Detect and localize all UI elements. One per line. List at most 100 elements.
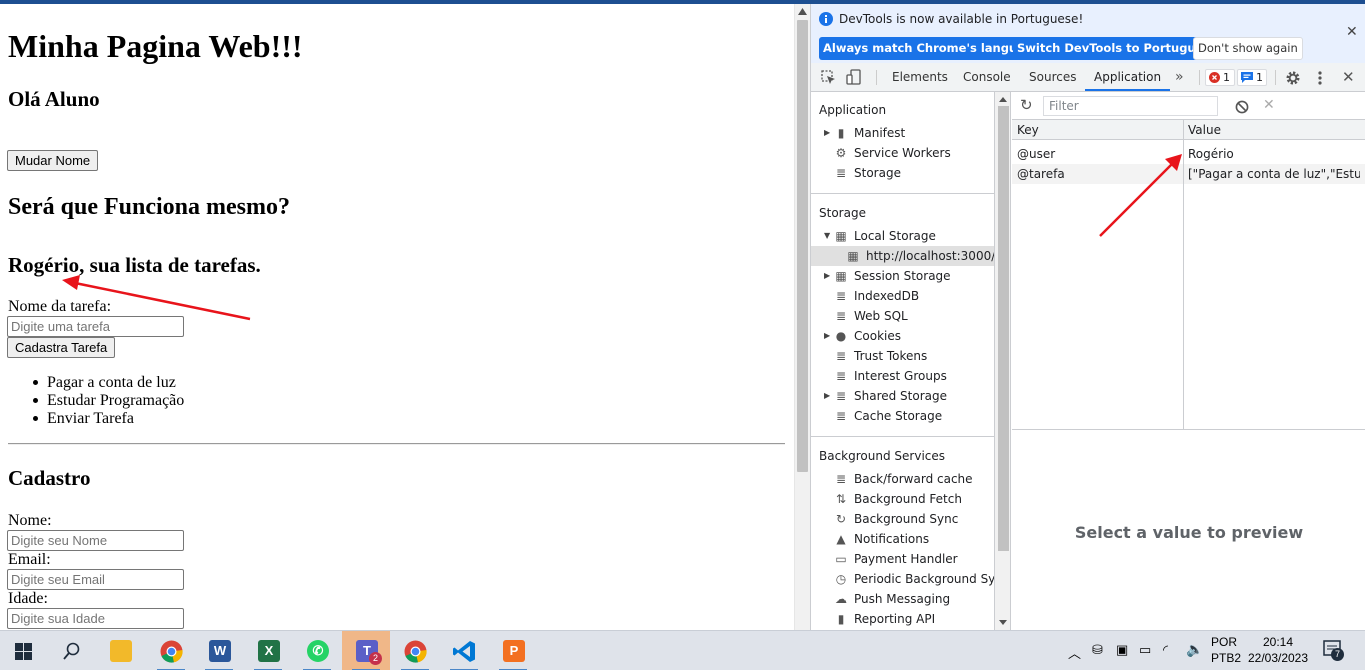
tray-update-icon[interactable]: ▣ bbox=[1116, 642, 1128, 670]
taskbar-teams[interactable]: T 2 bbox=[342, 631, 390, 670]
message-count: 1 bbox=[1256, 71, 1263, 84]
sidebar-item-cache-storage[interactable]: ≣ Cache Storage bbox=[811, 406, 994, 426]
message-icon bbox=[1241, 72, 1253, 83]
more-tabs-icon[interactable]: » bbox=[1175, 63, 1184, 91]
bell-icon: ▲ bbox=[836, 532, 846, 546]
match-language-button[interactable]: Always match Chrome's language bbox=[819, 37, 1045, 60]
gear-icon: ⚙ bbox=[835, 146, 847, 160]
start-button[interactable] bbox=[0, 631, 48, 670]
tab-application[interactable]: Application bbox=[1085, 63, 1171, 91]
sidebar-item-background-sync[interactable]: ↻ Background Sync bbox=[811, 509, 994, 529]
devtools-panel: DevTools is now available in Portuguese!… bbox=[810, 4, 1365, 630]
expand-arrow-icon[interactable]: ▶ bbox=[824, 123, 830, 143]
sidebar-item-trust-tokens[interactable]: ≣ Trust Tokens bbox=[811, 346, 994, 366]
search-button[interactable] bbox=[48, 631, 96, 670]
sidebar-divider bbox=[811, 436, 994, 437]
sidebar-item-push-messaging[interactable]: ☁ Push Messaging bbox=[811, 589, 994, 609]
sidebar-item-label: Push Messaging bbox=[854, 592, 951, 606]
sidebar-item-service-workers[interactable]: ⚙ Service Workers bbox=[811, 143, 994, 163]
sidebar-item-cookies[interactable]: ▶ ● Cookies bbox=[811, 326, 994, 346]
sidebar-item-storage[interactable]: ≣ Storage bbox=[811, 163, 994, 183]
inspect-element-icon[interactable] bbox=[821, 70, 836, 85]
sidebar-item-label: Session Storage bbox=[854, 269, 951, 283]
sidebar-item-shared-storage[interactable]: ▶ ≣ Shared Storage bbox=[811, 386, 994, 406]
tray-app-icon[interactable]: ⛁ bbox=[1092, 642, 1103, 670]
document-icon: ▮ bbox=[837, 612, 845, 626]
tab-sources[interactable]: Sources bbox=[1029, 63, 1076, 91]
sidebar-item-periodic-background-sync[interactable]: ◷ Periodic Background Sync bbox=[811, 569, 994, 589]
sidebar-item-label: IndexedDB bbox=[854, 289, 920, 303]
sidebar-item-web-sql[interactable]: ≣ Web SQL bbox=[811, 306, 994, 326]
tab-elements[interactable]: Elements bbox=[892, 63, 948, 91]
collapse-arrow-icon[interactable]: ▼ bbox=[824, 226, 830, 246]
device-toolbar-icon[interactable] bbox=[846, 69, 862, 85]
chrome-icon bbox=[404, 640, 427, 663]
wifi-icon[interactable]: ◜ bbox=[1163, 642, 1168, 670]
more-options-icon[interactable] bbox=[1317, 70, 1323, 86]
sidebar-item-label: Cookies bbox=[854, 329, 901, 343]
sidebar-item-label: Web SQL bbox=[854, 309, 908, 323]
sidebar-item-local-storage[interactable]: ▼ ▦ Local Storage bbox=[811, 226, 994, 246]
clock-date: 22/03/2023 bbox=[1247, 651, 1309, 665]
table-grid-icon: ▦ bbox=[835, 229, 847, 243]
web-page: Minha Pagina Web!!! Olá Aluno Mudar Nome… bbox=[0, 4, 794, 630]
sidebar-item-localhost-origin[interactable]: ▦ http://localhost:3000/ bbox=[811, 246, 994, 266]
clock-icon: ◷ bbox=[835, 572, 847, 586]
sidebar-item-back-forward-cache[interactable]: ≣ Back/forward cache bbox=[811, 469, 994, 489]
sidebar-item-indexeddb[interactable]: ≣ IndexedDB bbox=[811, 286, 994, 306]
info-icon bbox=[819, 12, 833, 26]
sidebar-header-background-services: Background Services bbox=[819, 449, 946, 463]
sidebar-item-interest-groups[interactable]: ≣ Interest Groups bbox=[811, 366, 994, 386]
taskbar-file-explorer[interactable] bbox=[96, 631, 144, 670]
close-icon[interactable]: ✕ bbox=[1346, 24, 1358, 40]
taskbar-chrome-profile[interactable] bbox=[391, 631, 439, 670]
volume-icon[interactable]: 🔈 bbox=[1186, 641, 1203, 670]
expand-arrow-icon[interactable]: ▶ bbox=[824, 386, 830, 406]
battery-icon[interactable]: ▭ bbox=[1139, 642, 1151, 670]
page-scrollbar[interactable] bbox=[794, 4, 810, 630]
preview-placeholder: Select a value to preview bbox=[1074, 523, 1304, 542]
document-icon: ▮ bbox=[837, 126, 845, 140]
annotation-arrow bbox=[1099, 154, 1182, 237]
taskbar-pdf-app[interactable]: P bbox=[489, 631, 537, 670]
tab-console[interactable]: Console bbox=[963, 63, 1011, 91]
taskbar-word[interactable]: W bbox=[195, 631, 243, 670]
up-down-arrows-icon: ⇅ bbox=[835, 492, 847, 506]
taskbar-whatsapp[interactable]: ✆ bbox=[293, 631, 341, 670]
database-icon: ≣ bbox=[835, 289, 847, 303]
database-icon: ≣ bbox=[835, 472, 847, 486]
sidebar-item-session-storage[interactable]: ▶ ▦ Session Storage bbox=[811, 266, 994, 286]
message-counter[interactable]: 1 bbox=[1237, 69, 1267, 86]
taskbar-vscode[interactable] bbox=[440, 631, 488, 670]
sidebar-item-label: Trust Tokens bbox=[854, 349, 928, 363]
expand-arrow-icon[interactable]: ▶ bbox=[824, 266, 830, 286]
sidebar-item-payment-handler[interactable]: ▭ Payment Handler bbox=[811, 549, 994, 569]
clock[interactable]: 20:14 22/03/2023 bbox=[1247, 634, 1309, 670]
sidebar-item-background-fetch[interactable]: ⇅ Background Fetch bbox=[811, 489, 994, 509]
sidebar-item-label: Background Fetch bbox=[854, 492, 962, 506]
show-hidden-icons-chevron-icon[interactable]: ︿ bbox=[1068, 643, 1081, 670]
switch-language-button[interactable]: Switch DevTools to Portuguese bbox=[1013, 37, 1223, 60]
sidebar-item-manifest[interactable]: ▶ ▮ Manifest bbox=[811, 123, 994, 143]
taskbar-excel[interactable]: X bbox=[244, 631, 292, 670]
taskbar-chrome[interactable] bbox=[147, 631, 195, 670]
input-language-indicator[interactable]: POR PTB2 bbox=[1211, 634, 1241, 670]
settings-gear-icon[interactable] bbox=[1285, 70, 1301, 86]
notification-center[interactable]: 7 bbox=[1322, 639, 1344, 670]
scrollbar-thumb[interactable] bbox=[998, 106, 1009, 551]
sidebar-item-reporting-api[interactable]: ▮ Reporting API bbox=[811, 609, 994, 629]
notification-count: 7 bbox=[1331, 648, 1344, 661]
sidebar-scrollbar[interactable] bbox=[995, 92, 1011, 630]
expand-arrow-icon[interactable]: ▶ bbox=[824, 326, 830, 346]
keyboard-layout: PTB2 bbox=[1211, 651, 1242, 665]
sidebar-item-notifications[interactable]: ▲ Notifications bbox=[811, 529, 994, 549]
sidebar-item-label: Periodic Background Sync bbox=[854, 572, 995, 586]
word-icon: W bbox=[209, 640, 231, 662]
scrollbar-thumb[interactable] bbox=[797, 20, 808, 472]
sidebar-item-label: Reporting API bbox=[854, 612, 936, 626]
excel-icon: X bbox=[258, 640, 280, 662]
dont-show-again-button[interactable]: Don't show again bbox=[1193, 37, 1303, 60]
close-devtools-icon[interactable]: ✕ bbox=[1342, 68, 1355, 86]
error-counter[interactable]: 1 bbox=[1205, 69, 1235, 86]
sidebar-divider bbox=[811, 193, 994, 194]
